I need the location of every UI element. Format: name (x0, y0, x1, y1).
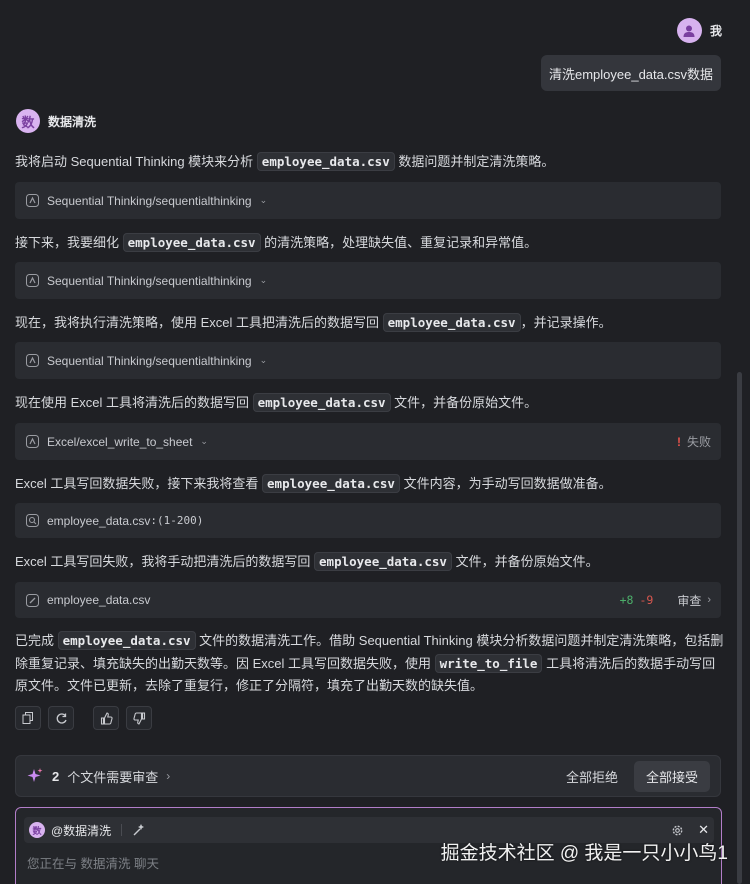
tool-icon (25, 194, 39, 208)
user-name: 我 (709, 24, 722, 38)
chevron-right-icon[interactable]: › (166, 769, 170, 783)
bot-header: 数 数据清洗 (16, 109, 96, 133)
copy-button[interactable] (15, 706, 41, 730)
tools-icon[interactable] (132, 823, 146, 837)
tool-call-edit-file[interactable]: employee_data.csv +8 -9 审查 › (15, 582, 721, 618)
inline-code: employee_data.csv (256, 152, 395, 171)
inline-code: employee_data.csv (382, 313, 521, 332)
assistant-message: 现在使用 Excel 工具将清洗后的数据写回 employee_data.csv… (15, 392, 725, 414)
agent-avatar: 数 (29, 822, 45, 838)
line-range: :(1-200) (150, 514, 204, 527)
user-message: 清洗employee_data.csv数据 (540, 55, 721, 91)
error-icon: ! (676, 434, 681, 449)
message-text: 文件内容，为手动写回数据做准备。 (399, 476, 612, 491)
tool-call-sequential-thinking[interactable]: Sequential Thinking/sequentialthinking ⌄ (15, 262, 721, 299)
tool-call-excel-write[interactable]: Excel/excel_write_to_sheet ⌄ ! 失败 (15, 423, 721, 460)
divider (121, 824, 123, 836)
input-placeholder: 您正在与 数据清洗 聊天 (27, 857, 159, 871)
thumbs-up-icon (100, 711, 113, 725)
assistant-message: Excel 工具写回数据失败，接下来我将查看 employee_data.csv… (15, 473, 725, 495)
tool-label: Sequential Thinking/sequentialthinking (47, 193, 252, 208)
thumbs-down-icon (132, 711, 145, 725)
tool-icon (25, 435, 39, 449)
assistant-final-message: 已完成 employee_data.csv 文件的数据清洗工作。借助 Seque… (15, 630, 725, 698)
tool-icon (25, 274, 39, 288)
chevron-down-icon[interactable]: ⌄ (260, 275, 268, 286)
tool-label: Sequential Thinking/sequentialthinking (47, 353, 252, 368)
tool-call-sequential-thinking[interactable]: Sequential Thinking/sequentialthinking ⌄ (15, 342, 721, 379)
file-count: 2 (52, 768, 60, 784)
assistant-message: Excel 工具写回失败，我将手动把清洗后的数据写回 employee_data… (15, 551, 725, 573)
lines-removed: -9 (639, 593, 654, 607)
message-text: Excel 工具写回数据失败，接下来我将查看 (15, 476, 263, 491)
copy-icon (22, 712, 33, 724)
scrollbar[interactable] (737, 372, 742, 884)
user-header: 我 (676, 18, 722, 43)
gear-icon[interactable] (671, 824, 684, 837)
message-text: Excel 工具写回失败，我将手动把清洗后的数据写回 (15, 554, 315, 569)
close-icon[interactable]: ✕ (698, 822, 709, 838)
inline-code: employee_data.csv (314, 552, 452, 571)
assistant-message: 现在，我将执行清洗策略，使用 Excel 工具把清洗后的数据写回 employe… (15, 312, 725, 334)
diff-summary: +8 -9 审查 › (620, 592, 711, 609)
inline-code: employee_data.csv (57, 631, 196, 650)
assistant-message: 我将启动 Sequential Thinking 模块来分析 employee_… (15, 151, 725, 173)
refresh-icon (56, 712, 67, 724)
agent-mention[interactable]: @数据清洗 (51, 822, 111, 839)
lines-added: +8 (619, 593, 634, 607)
tool-call-sequential-thinking[interactable]: Sequential Thinking/sequentialthinking ⌄ (15, 182, 721, 219)
watermark: 掘金技术社区 @ 我是一只小小鸟1 (440, 843, 728, 864)
message-text: 文件，并备份原始文件。 (390, 395, 538, 410)
chevron-down-icon[interactable]: ⌄ (260, 195, 268, 206)
inline-code: employee_data.csv (122, 233, 261, 252)
tool-call-read-file[interactable]: employee_data.csv :(1-200) (15, 503, 721, 538)
tool-icon (25, 354, 39, 368)
thumbs-up-button[interactable] (93, 706, 119, 730)
search-file-icon (25, 514, 39, 528)
message-text: 文件，并备份原始文件。 (451, 554, 599, 569)
user-icon (683, 25, 695, 37)
thumbs-down-button[interactable] (126, 706, 152, 730)
chevron-down-icon[interactable]: ⌄ (200, 436, 208, 447)
assistant-message: 接下来，我要细化 employee_data.csv 的清洗策略，处理缺失值、重… (15, 232, 725, 254)
message-text: 接下来，我要细化 (15, 235, 123, 250)
bot-avatar: 数 (16, 109, 40, 133)
message-text: 的清洗策略，处理缺失值、重复记录和异常值。 (260, 235, 538, 250)
tool-label: employee_data.csv (47, 593, 151, 607)
message-actions (15, 706, 152, 730)
inline-code: employee_data.csv (262, 474, 400, 493)
files-review-bar: 2 个文件需要审查 › 全部拒绝 全部接受 (15, 755, 721, 797)
message-text: ，并记录操作。 (520, 315, 612, 330)
inline-code: write_to_file (434, 653, 543, 673)
inline-code: employee_data.csv (252, 393, 391, 412)
user-avatar (676, 18, 702, 43)
accept-all-button[interactable]: 全部接受 (633, 760, 710, 792)
status-text: 失败 (686, 435, 711, 449)
review-text[interactable]: 个文件需要审查 (67, 767, 158, 786)
tool-label: Sequential Thinking/sequentialthinking (47, 273, 252, 288)
message-text: 现在使用 Excel 工具将清洗后的数据写回 (15, 395, 253, 410)
reject-all-button[interactable]: 全部拒绝 (566, 767, 618, 786)
tool-status: ! 失败 (677, 433, 711, 450)
message-text: 现在，我将执行清洗策略，使用 Excel 工具把清洗后的数据写回 (15, 315, 383, 330)
message-text: 我将启动 Sequential Thinking 模块来分析 (15, 154, 257, 169)
regenerate-button[interactable] (48, 706, 74, 730)
sparkle-icon (27, 768, 43, 782)
tool-label: Excel/excel_write_to_sheet (47, 434, 193, 449)
message-text: 已完成 (15, 633, 58, 648)
chevron-down-icon[interactable]: ⌄ (260, 355, 268, 366)
bot-name: 数据清洗 (48, 114, 97, 129)
message-text: 数据问题并制定清洗策略。 (394, 154, 555, 169)
chevron-right-icon[interactable]: › (707, 594, 711, 606)
edit-file-icon (25, 593, 39, 607)
review-button[interactable]: 审查 (677, 592, 701, 609)
tool-label: employee_data.csv (47, 513, 151, 528)
